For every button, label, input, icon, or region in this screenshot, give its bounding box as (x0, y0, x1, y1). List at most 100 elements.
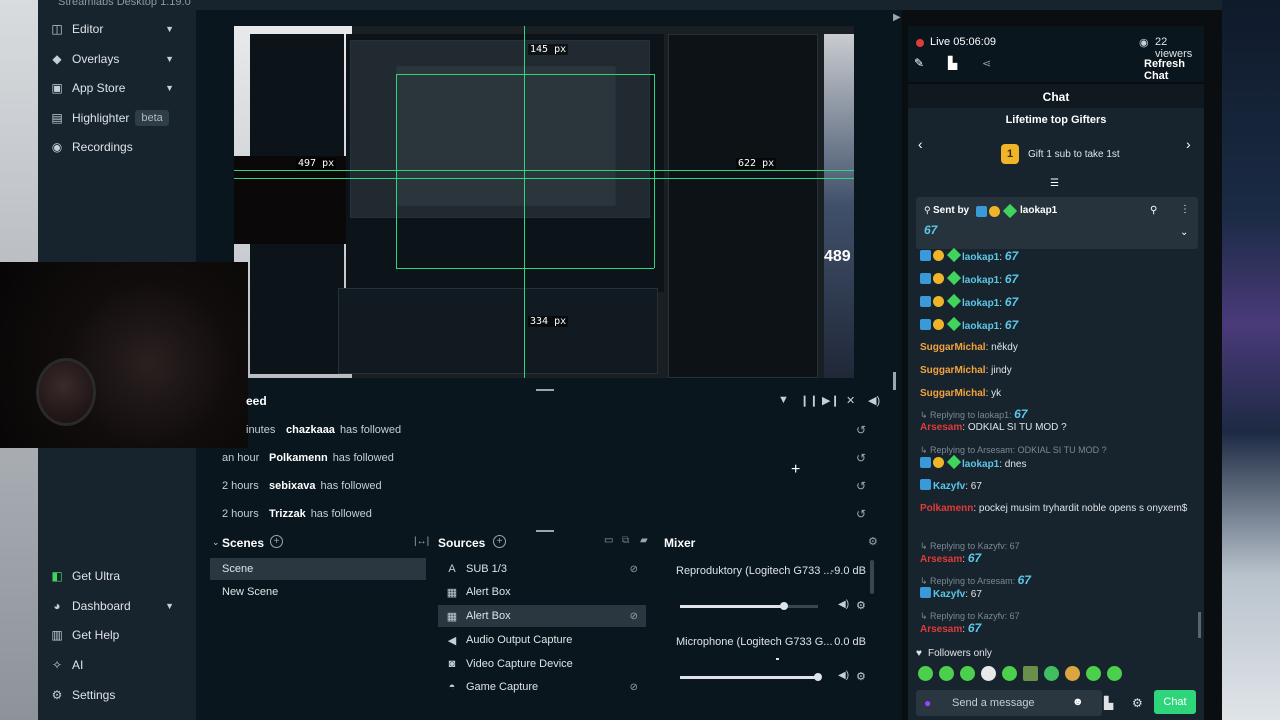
send-chat-button[interactable]: Chat (1154, 690, 1196, 714)
emoji-icon[interactable]: ☻ (1072, 696, 1084, 708)
chat-user: laokap1 (962, 252, 1000, 263)
add-source-icon[interactable]: + (493, 535, 506, 548)
eye-slash-icon[interactable]: ⊘ (630, 564, 638, 575)
emote-icon[interactable] (981, 666, 996, 681)
sidebar-item-ai[interactable]: ✧ AI (38, 651, 196, 679)
chevron-down-icon[interactable]: ▼ (165, 83, 174, 93)
highlighter-icon: ▤ (51, 111, 63, 125)
volume-slider-knob[interactable] (779, 602, 788, 610)
source-item[interactable]: A SUB 1/3 ⊘ (438, 558, 646, 580)
emote-icon[interactable] (1065, 666, 1080, 681)
gear-icon[interactable]: ⚙ (1132, 696, 1143, 710)
eye-slash-icon[interactable]: ⊘ (630, 611, 638, 622)
chat-scrollbar[interactable] (1198, 612, 1201, 638)
microphone-icon[interactable]: ● (924, 696, 931, 710)
scene-item[interactable]: Scene (210, 558, 426, 580)
filter-icon[interactable]: ▼ (778, 394, 789, 406)
volume-icon[interactable]: ◀) (868, 394, 880, 407)
chevron-down-icon[interactable]: ▼ (165, 601, 174, 611)
sidebar-item-overlays[interactable]: ◆ Overlays ▼ (38, 45, 196, 73)
eye-slash-icon[interactable]: ⊘ (630, 682, 638, 693)
chevron-right-icon[interactable]: ▶ (893, 12, 901, 23)
chevron-down-icon[interactable]: ▼ (165, 54, 174, 64)
chevron-down-icon[interactable]: ⌄ (1180, 227, 1188, 238)
transition-icon[interactable]: |↔| (414, 536, 429, 547)
message-input[interactable]: ● Send a message ☻ (916, 690, 1102, 716)
share-icon[interactable]: ⋖ (982, 57, 991, 70)
skip-icon[interactable]: ▶❙ (822, 394, 840, 407)
volume-slider[interactable] (680, 602, 818, 610)
scene-item[interactable]: New Scene (210, 581, 426, 603)
guide-line (396, 74, 654, 75)
emote-icon[interactable] (918, 666, 933, 681)
chat-message: Arsesam: 67 (920, 551, 982, 565)
chat-text: : 67 (965, 589, 982, 600)
folder-icon[interactable]: ▰ (640, 535, 648, 546)
chat-header: Chat (908, 84, 1204, 108)
reply-line: ↳ Replying to laokap1: 67 (920, 407, 1028, 421)
chevron-left-icon[interactable]: ‹ (918, 136, 923, 152)
emote-icon[interactable] (1044, 666, 1059, 681)
sidebar-item-app-store[interactable]: ▣ App Store ▼ (38, 74, 196, 102)
sidebar-item-recordings[interactable]: ◉ Recordings (38, 133, 196, 161)
gear-icon[interactable]: ⚙ (856, 670, 866, 683)
sidebar-item-settings[interactable]: ⚙ Settings (38, 681, 196, 709)
emote-icon[interactable] (960, 666, 975, 681)
source-item[interactable]: ▦ Alert Box ⊘ (438, 605, 646, 627)
collapse-icon[interactable]: ⌄ (212, 537, 220, 548)
emote-icon[interactable] (939, 666, 954, 681)
replay-icon[interactable]: ↺ (856, 479, 866, 493)
sidebar-item-editor[interactable]: ◫ Editor ▼ (38, 15, 196, 43)
sidebar-item-get-help[interactable]: ▥ Get Help (38, 621, 196, 649)
source-item[interactable]: ▦ Alert Box (438, 581, 646, 603)
edit-icon[interactable]: ✎ (914, 56, 924, 70)
pin-list-icon[interactable]: ☰ (1050, 178, 1059, 189)
folder-icon[interactable]: ▭ (604, 535, 613, 546)
volume-slider[interactable] (680, 673, 822, 681)
live-timer: Live 05:06:09 (930, 36, 997, 48)
emote-icon[interactable] (1086, 666, 1101, 681)
mute-alerts-icon[interactable]: ✕ (846, 394, 855, 407)
gear-icon[interactable]: ⚙ (856, 599, 866, 612)
resize-handle[interactable] (893, 372, 896, 390)
replay-icon[interactable]: ↺ (856, 423, 866, 437)
chat-user: Arsesam (920, 554, 963, 565)
source-item[interactable]: ◙ Video Capture Device (438, 653, 646, 675)
chevron-down-icon[interactable]: ▼ (165, 24, 174, 34)
pin-icon: ⚲ (924, 205, 931, 215)
scrollbar[interactable] (870, 560, 874, 594)
store-icon[interactable]: ▙ (1104, 696, 1113, 710)
emote-icon[interactable] (1107, 666, 1122, 681)
emote-icon[interactable] (1023, 666, 1038, 681)
volume-slider-knob[interactable] (814, 673, 822, 681)
ai-icon: ✧ (51, 658, 63, 672)
preview-overlay-number: 489 (824, 248, 851, 265)
replay-icon[interactable]: ↺ (856, 507, 866, 521)
feed-action: has followed (310, 508, 372, 520)
chat-message: Kazyfv: 67 (920, 587, 1200, 602)
pin-icon[interactable]: ⚲ (1150, 205, 1157, 216)
more-icon[interactable]: ⋮ (1180, 204, 1190, 215)
stream-preview[interactable]: 489 145 px 497 px 622 px 334 px (234, 26, 854, 378)
help-icon: ▥ (51, 628, 63, 642)
source-item[interactable]: ◓ Game Capture ⊘ (438, 676, 646, 698)
refresh-chat-button[interactable]: Refresh Chat (1144, 58, 1204, 82)
link-icon[interactable]: ⧉ (622, 535, 629, 546)
badge-icons (976, 203, 1018, 219)
volume-icon[interactable]: ◀) (838, 670, 849, 681)
gear-icon[interactable]: ⚙ (868, 535, 878, 548)
sidebar-item-get-ultra[interactable]: ◧ Get Ultra (38, 562, 196, 590)
replay-icon[interactable]: ↺ (856, 451, 866, 465)
add-scene-icon[interactable]: + (270, 535, 283, 548)
feed-title: eed (246, 394, 267, 408)
volume-icon[interactable]: ◀) (838, 599, 849, 610)
source-item[interactable]: ◀ Audio Output Capture (438, 629, 646, 651)
pause-icon[interactable]: ❙❙ (800, 394, 818, 407)
store-icon[interactable]: ▙ (948, 56, 957, 70)
chevron-right-icon[interactable]: › (1186, 136, 1191, 152)
sidebar-item-dashboard[interactable]: ◕ Dashboard ▼ (38, 592, 196, 620)
resize-handle[interactable] (536, 389, 554, 391)
chat-message: laokap1: 67 (920, 247, 1200, 265)
sidebar-item-highlighter[interactable]: ▤ Highlighter beta (38, 104, 196, 132)
emote-icon[interactable] (1002, 666, 1017, 681)
